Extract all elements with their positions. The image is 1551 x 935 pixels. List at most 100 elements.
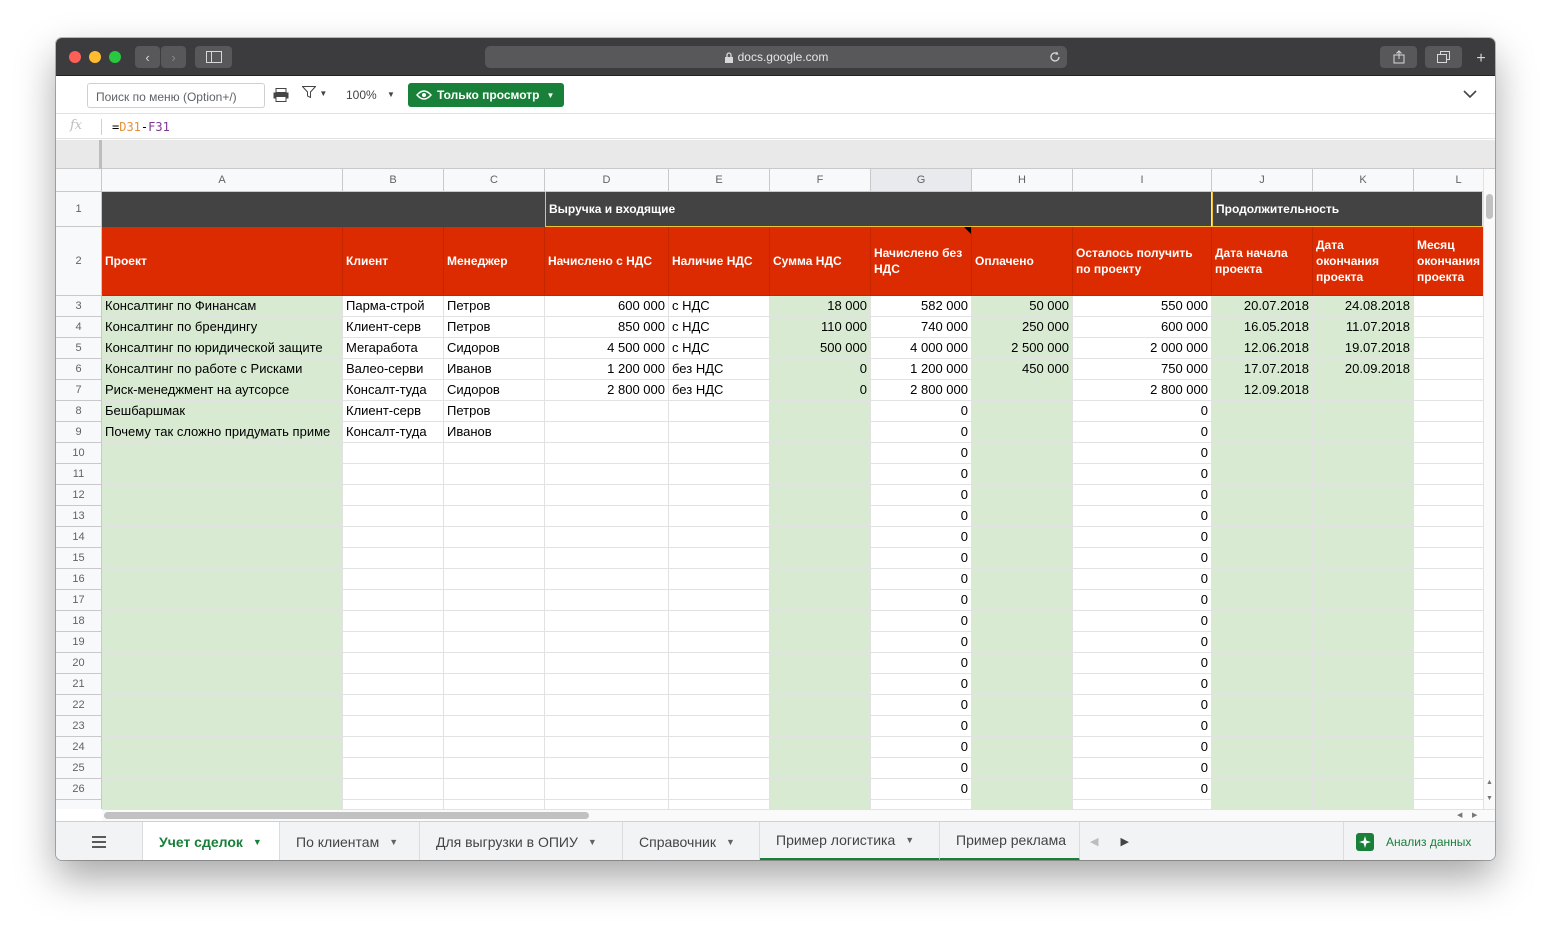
table-cell[interactable]	[972, 548, 1073, 569]
column-header[interactable]: C	[444, 169, 545, 192]
table-cell[interactable]	[669, 632, 770, 653]
sheet-tab[interactable]: Для выгрузки в ОПИУ ▼	[420, 822, 623, 860]
table-cell[interactable]: Мегаработа	[343, 338, 444, 359]
table-cell[interactable]	[545, 716, 669, 737]
table-cell[interactable]	[343, 758, 444, 779]
table-cell[interactable]	[1414, 422, 1483, 443]
address-bar[interactable]: docs.google.com	[485, 46, 1067, 68]
table-cell[interactable]: 0	[871, 506, 972, 527]
table-cell[interactable]: Клиент-серв	[343, 317, 444, 338]
sheet-tab[interactable]: Учет сделок ▼	[143, 822, 280, 860]
sheet-tab[interactable]: По клиентам ▼	[280, 822, 420, 860]
table-cell[interactable]	[1313, 506, 1414, 527]
table-cell[interactable]	[444, 632, 545, 653]
table-cell[interactable]	[1414, 569, 1483, 590]
table-cell[interactable]	[972, 758, 1073, 779]
table-cell[interactable]: 20.07.2018	[1212, 296, 1313, 317]
table-cell[interactable]	[972, 695, 1073, 716]
table-cell[interactable]	[545, 611, 669, 632]
table-cell[interactable]	[669, 737, 770, 758]
back-button[interactable]: ‹	[135, 46, 160, 68]
caret-down-icon[interactable]: ▼	[588, 837, 597, 847]
table-cell[interactable]	[343, 653, 444, 674]
table-cell[interactable]: Сидоров	[444, 338, 545, 359]
table-cell[interactable]: 12.09.2018	[1212, 380, 1313, 401]
table-cell[interactable]	[1414, 464, 1483, 485]
table-cell[interactable]	[1414, 485, 1483, 506]
table-cell[interactable]	[1212, 422, 1313, 443]
table-cell[interactable]	[770, 737, 871, 758]
table-cell[interactable]	[102, 716, 343, 737]
table-cell[interactable]	[444, 527, 545, 548]
table-cell[interactable]	[972, 464, 1073, 485]
table-cell[interactable]	[545, 464, 669, 485]
table-cell[interactable]	[770, 443, 871, 464]
table-cell[interactable]	[770, 569, 871, 590]
table-cell[interactable]	[1414, 779, 1483, 800]
table-cell[interactable]	[1313, 443, 1414, 464]
table-cell[interactable]	[669, 569, 770, 590]
sheet-scroll-buttons[interactable]: ◀ ▶	[1080, 822, 1137, 860]
table-cell[interactable]	[343, 527, 444, 548]
table-cell[interactable]	[972, 569, 1073, 590]
row-header[interactable]: 19	[56, 632, 102, 653]
table-cell[interactable]: с НДС	[669, 317, 770, 338]
table-cell[interactable]: 0	[871, 695, 972, 716]
table-cell[interactable]: 1 200 000	[545, 359, 669, 380]
column-header[interactable]: I	[1073, 169, 1212, 192]
table-cell[interactable]	[770, 527, 871, 548]
row-header[interactable]: 11	[56, 464, 102, 485]
table-cell[interactable]	[770, 716, 871, 737]
table-cell[interactable]	[1212, 695, 1313, 716]
table-cell[interactable]: Бешбаршмак	[102, 401, 343, 422]
table-cell[interactable]: 2 800 000	[871, 380, 972, 401]
freeze-handle[interactable]	[99, 140, 102, 169]
table-cell[interactable]: 0	[871, 653, 972, 674]
table-cell[interactable]: 0	[871, 464, 972, 485]
table-cell[interactable]	[1414, 317, 1483, 338]
horizontal-scrollbar[interactable]: ◀ ▶	[102, 809, 1495, 821]
table-cell[interactable]	[1313, 422, 1414, 443]
row-header[interactable]: 23	[56, 716, 102, 737]
table-cell[interactable]	[545, 737, 669, 758]
table-cell[interactable]	[1414, 695, 1483, 716]
collapse-toolbar-icon[interactable]	[1463, 90, 1477, 99]
table-cell[interactable]	[102, 632, 343, 653]
table-cell[interactable]	[343, 800, 444, 809]
row-header[interactable]: 5	[56, 338, 102, 359]
table-cell[interactable]: 250 000	[972, 317, 1073, 338]
table-cell[interactable]	[1212, 653, 1313, 674]
forward-button[interactable]: ›	[161, 46, 186, 68]
table-cell[interactable]	[1212, 716, 1313, 737]
table-cell[interactable]	[102, 485, 343, 506]
table-cell[interactable]	[343, 590, 444, 611]
table-cell[interactable]: с НДС	[669, 296, 770, 317]
table-cell[interactable]	[545, 422, 669, 443]
table-cell[interactable]	[102, 590, 343, 611]
table-cell[interactable]	[545, 632, 669, 653]
sheet-tab[interactable]: Справочник ▼	[623, 822, 760, 860]
menu-search-input[interactable]: Поиск по меню (Option+/)	[87, 83, 265, 108]
table-cell[interactable]: 0	[871, 632, 972, 653]
scroll-down-icon[interactable]: ▼	[1486, 795, 1493, 802]
table-cell[interactable]	[545, 506, 669, 527]
table-cell[interactable]: 0	[871, 569, 972, 590]
row-header[interactable]: 3	[56, 296, 102, 317]
column-header[interactable]: F	[770, 169, 871, 192]
row-header[interactable]: 25	[56, 758, 102, 779]
table-cell[interactable]	[343, 485, 444, 506]
row-header[interactable]: 1	[56, 192, 102, 227]
table-cell[interactable]	[1212, 548, 1313, 569]
table-cell[interactable]: Клиент-серв	[343, 401, 444, 422]
table-cell[interactable]	[1212, 674, 1313, 695]
row-header[interactable]: 26	[56, 779, 102, 800]
table-cell[interactable]	[1313, 380, 1414, 401]
chevron-right-icon[interactable]: ▶	[1120, 835, 1128, 848]
table-cell[interactable]	[1313, 401, 1414, 422]
table-cell[interactable]: 0	[1073, 464, 1212, 485]
table-cell[interactable]	[770, 548, 871, 569]
row-header[interactable]: 2	[56, 227, 102, 296]
table-cell[interactable]: Иванов	[444, 422, 545, 443]
table-cell[interactable]	[102, 695, 343, 716]
table-cell[interactable]	[669, 653, 770, 674]
